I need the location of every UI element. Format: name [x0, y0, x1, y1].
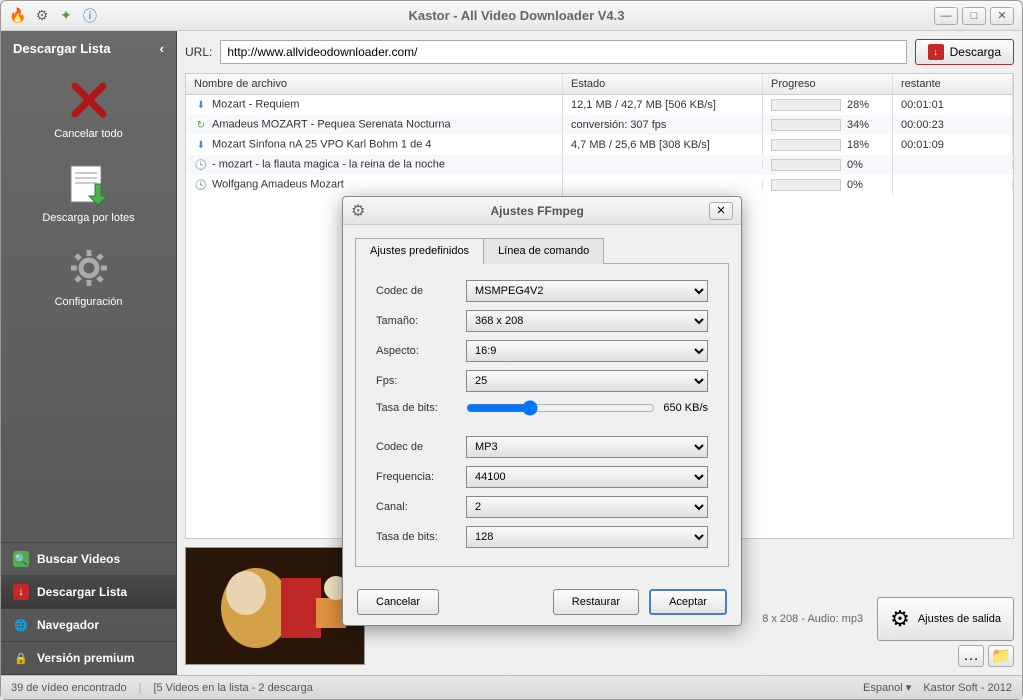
select-channel[interactable]: 2 — [466, 496, 708, 518]
maximize-button[interactable]: □ — [962, 7, 986, 25]
gear-icon: ⚙ — [890, 606, 910, 632]
label-video-bitrate: Tasa de bits: — [376, 402, 466, 414]
close-button[interactable]: ✕ — [990, 7, 1014, 25]
dialog-titlebar[interactable]: ⚙ Ajustes FFmpeg ✕ — [343, 197, 741, 225]
lock-icon: 🔒 — [13, 650, 29, 666]
status-credit: Kastor Soft - 2012 — [923, 682, 1012, 694]
batch-download-icon — [65, 160, 113, 208]
ffmpeg-settings-dialog: ⚙ Ajustes FFmpeg ✕ Ajustes predefinidos … — [342, 196, 742, 626]
select-audio-bitrate[interactable]: 128 — [466, 526, 708, 548]
label-frequency: Frequencia: — [376, 471, 466, 483]
output-info: 8 x 208 - Audio: mp3 — [756, 607, 869, 631]
progress-bar — [771, 179, 841, 191]
table-row[interactable]: ⬇Mozart - Requiem12,1 MB / 42,7 MB [506 … — [186, 95, 1013, 115]
minimize-button[interactable]: — — [934, 7, 958, 25]
tab-cmdline[interactable]: Línea de comando — [483, 238, 604, 264]
collapse-icon[interactable]: ‹ — [160, 41, 164, 56]
sidebar-header: Descargar Lista ‹ — [1, 31, 176, 66]
search-icon: 🔍 — [13, 551, 29, 567]
settings-gear-icon — [65, 244, 113, 292]
output-settings-button[interactable]: ⚙ Ajustes de salida — [877, 597, 1014, 641]
status-language[interactable]: Espanol ▾ — [863, 681, 911, 694]
select-fps[interactable]: 25 — [466, 370, 708, 392]
url-label: URL: — [185, 45, 212, 59]
row-status-icon: ⬇ — [194, 138, 208, 152]
status-found: 39 de vídeo encontrado — [11, 682, 127, 694]
dialog-gear-icon: ⚙ — [351, 201, 365, 221]
cancel-button[interactable]: Cancelar — [357, 589, 439, 615]
dialog-title: Ajustes FFmpeg — [365, 204, 709, 218]
titlebar: 🔥 ⚙ ✦ ⓘ Kastor - All Video Downloader V4… — [1, 1, 1022, 31]
sidebar-item-batch-download[interactable]: Descarga por lotes — [1, 150, 176, 234]
sidebar: Descargar Lista ‹ Cancelar todo Descarga… — [1, 31, 177, 675]
info-icon[interactable]: ⓘ — [81, 7, 99, 25]
status-queue: [5 Videos en la lista - 2 descarga — [153, 682, 312, 694]
progress-bar — [771, 139, 841, 151]
label-fps: Fps: — [376, 375, 466, 387]
row-status-icon: 🕓 — [194, 158, 208, 172]
label-aspect: Aspecto: — [376, 345, 466, 357]
progress-bar — [771, 99, 841, 111]
download-arrow-icon: ↓ — [928, 44, 944, 60]
cancel-icon — [65, 76, 113, 124]
table-row[interactable]: 🕓Wolfgang Amadeus Mozart0% — [186, 175, 1013, 195]
plugin-icon[interactable]: ✦ — [57, 7, 75, 25]
flame-icon[interactable]: 🔥 — [9, 7, 27, 25]
select-frequency[interactable]: 44100 — [466, 466, 708, 488]
sidebar-nav-download-list[interactable]: ↓ Descargar Lista — [1, 576, 176, 609]
label-size: Tamaño: — [376, 315, 466, 327]
slider-video-bitrate[interactable] — [466, 400, 655, 416]
sidebar-nav-browser[interactable]: 🌐 Navegador — [1, 609, 176, 642]
dialog-close-button[interactable]: ✕ — [709, 202, 733, 220]
sidebar-item-cancel-all[interactable]: Cancelar todo — [1, 66, 176, 150]
window-title: Kastor - All Video Downloader V4.3 — [99, 8, 934, 23]
restore-button[interactable]: Restaurar — [553, 589, 639, 615]
more-button[interactable]: … — [958, 645, 984, 667]
progress-bar — [771, 159, 841, 171]
select-audio-codec[interactable]: MP3 — [466, 436, 708, 458]
accept-button[interactable]: Aceptar — [649, 589, 727, 615]
table-row[interactable]: 🕓- mozart - la flauta magica - la reina … — [186, 155, 1013, 175]
row-status-icon: ↻ — [194, 118, 208, 132]
label-channel: Canal: — [376, 501, 466, 513]
sidebar-nav-premium[interactable]: 🔒 Versión premium — [1, 642, 176, 675]
select-size[interactable]: 368 x 208 — [466, 310, 708, 332]
tab-presets[interactable]: Ajustes predefinidos — [355, 238, 484, 264]
label-audio-bitrate: Tasa de bits: — [376, 531, 466, 543]
video-bitrate-value: 650 KB/s — [663, 402, 708, 414]
label-video-codec: Codec de — [376, 285, 466, 297]
url-bar: URL: ↓ Descarga — [177, 31, 1022, 73]
label-audio-codec: Codec de — [376, 441, 466, 453]
folder-button[interactable]: 📁 — [988, 645, 1014, 667]
gear-icon[interactable]: ⚙ — [33, 7, 51, 25]
row-status-icon: 🕓 — [194, 178, 208, 192]
download-icon: ↓ — [13, 584, 29, 600]
select-aspect[interactable]: 16:9 — [466, 340, 708, 362]
select-video-codec[interactable]: MSMPEG4V2 — [466, 280, 708, 302]
video-thumbnail[interactable] — [185, 547, 365, 665]
header-filename[interactable]: Nombre de archivo — [186, 74, 563, 94]
progress-bar — [771, 119, 841, 131]
sidebar-item-settings[interactable]: Configuración — [1, 234, 176, 318]
statusbar: 39 de vídeo encontrado | [5 Videos en la… — [1, 675, 1022, 699]
header-progress[interactable]: Progreso — [763, 74, 893, 94]
download-button[interactable]: ↓ Descarga — [915, 39, 1014, 65]
url-input[interactable] — [220, 40, 906, 64]
sidebar-nav-search-videos[interactable]: 🔍 Buscar Videos — [1, 543, 176, 576]
header-status[interactable]: Estado — [563, 74, 763, 94]
header-remaining[interactable]: restante — [893, 74, 1013, 94]
row-status-icon: ⬇ — [194, 98, 208, 112]
table-row[interactable]: ⬇Mozart Sinfona nA 25 VPO Karl Bohm 1 de… — [186, 135, 1013, 155]
globe-icon: 🌐 — [13, 617, 29, 633]
table-row[interactable]: ↻Amadeus MOZART - Pequea Serenata Noctur… — [186, 115, 1013, 135]
